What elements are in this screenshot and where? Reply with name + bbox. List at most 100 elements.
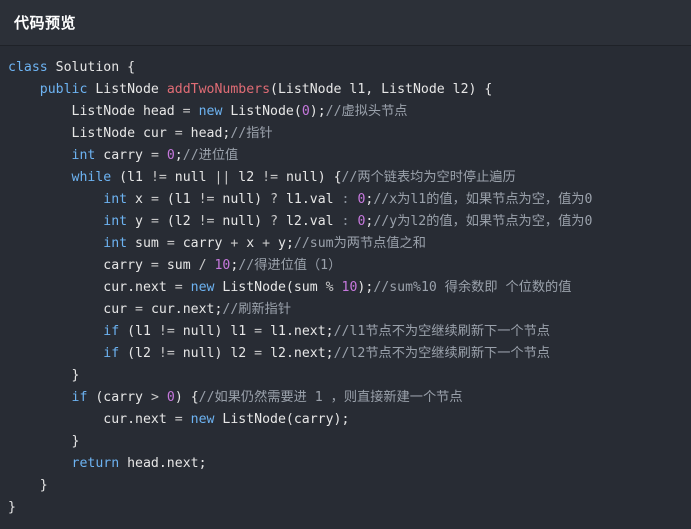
- code-line: return head.next;: [8, 453, 687, 475]
- code-token: if: [103, 346, 120, 361]
- code-token: public: [39, 82, 88, 97]
- code-token: +: [262, 236, 271, 251]
- code-token: =: [150, 148, 159, 163]
- code-token: =: [174, 280, 183, 295]
- code-token: head.next;: [119, 456, 207, 471]
- code-token: //进位值: [182, 148, 239, 163]
- code-block[interactable]: class Solution { public ListNode addTwoN…: [8, 57, 687, 519]
- code-preview-header: 代码预览: [0, 0, 691, 46]
- code-token: //sum为两节点值之和: [293, 236, 426, 251]
- code-token: int: [103, 192, 128, 207]
- code-token: ListNode(: [222, 104, 302, 119]
- code-token: if: [103, 324, 120, 339]
- code-token: ListNode head: [8, 104, 183, 119]
- code-token: int: [71, 148, 96, 163]
- code-token: 0: [301, 104, 310, 119]
- code-token: ;: [174, 148, 183, 163]
- code-token: !=: [150, 170, 167, 185]
- code-token: while: [71, 170, 112, 185]
- code-token: 0: [166, 390, 175, 405]
- code-token: int: [103, 236, 128, 251]
- code-token: //如果仍然需要进 1 ，则直接新建一个节点: [198, 390, 463, 405]
- code-line: cur.next = new ListNode(carry);: [8, 409, 687, 431]
- code-token: (l1: [158, 192, 199, 207]
- code-token: null: [166, 170, 215, 185]
- code-token: carry: [174, 236, 231, 251]
- code-token: cur.next: [8, 280, 175, 295]
- code-line: ListNode head = new ListNode(0);//虚拟头节点: [8, 101, 687, 123]
- code-token: }: [8, 500, 16, 515]
- code-token: //指针: [230, 126, 273, 141]
- code-token: =: [166, 236, 175, 251]
- code-token: =: [150, 258, 159, 273]
- code-line: public ListNode addTwoNumbers(ListNode l…: [8, 79, 687, 101]
- code-token: =: [174, 126, 183, 141]
- code-token: //l2节点不为空继续刷新下一个节点: [333, 346, 550, 361]
- code-token: >: [150, 390, 159, 405]
- code-token: =: [254, 324, 263, 339]
- code-token: =: [254, 346, 263, 361]
- code-line: }: [8, 365, 687, 387]
- code-token: null) {: [278, 170, 342, 185]
- code-token: //l1节点不为空继续刷新下一个节点: [333, 324, 550, 339]
- code-token: !=: [198, 192, 215, 207]
- code-token: addTwoNumbers: [166, 82, 271, 97]
- code-line: class Solution {: [8, 57, 687, 79]
- code-token: null): [214, 192, 271, 207]
- code-token: =: [182, 104, 191, 119]
- code-token: new: [190, 280, 215, 295]
- code-token: x: [238, 236, 263, 251]
- code-token: cur.next;: [143, 302, 223, 317]
- code-token: }: [8, 478, 48, 493]
- code-token: !=: [262, 170, 279, 185]
- code-token: );: [309, 104, 326, 119]
- code-line: int x = (l1 != null) ? l1.val : 0;//x为l1…: [8, 189, 687, 211]
- code-token: 10: [341, 280, 358, 295]
- code-token: l1.val: [278, 192, 342, 207]
- code-token: %: [325, 280, 334, 295]
- code-token: ListNode(sum: [214, 280, 326, 295]
- code-token: !=: [198, 214, 215, 229]
- code-token: carry: [95, 148, 151, 163]
- code-line: if (l1 != null) l1 = l1.next;//l1节点不为空继续…: [8, 321, 687, 343]
- code-line: }: [8, 431, 687, 453]
- code-token: :: [341, 214, 350, 229]
- code-token: ListNode(carry);: [214, 412, 350, 427]
- code-token: );: [357, 280, 374, 295]
- code-token: //x为l1的值，如果节点为空，值为0: [373, 192, 593, 207]
- code-token: /: [198, 258, 207, 273]
- code-line: int carry = 0;//进位值: [8, 145, 687, 167]
- code-line: cur = cur.next;//刷新指针: [8, 299, 687, 321]
- code-token: sum: [127, 236, 167, 251]
- code-token: y: [127, 214, 151, 229]
- code-token: (l1: [119, 324, 159, 339]
- code-preview-title: 代码预览: [14, 14, 77, 32]
- code-line: cur.next = new ListNode(sum % 10);//sum%…: [8, 277, 687, 299]
- code-token: (ListNode l1, ListNode l2) {: [270, 82, 493, 97]
- code-token: cur.next: [8, 412, 175, 427]
- code-token: !=: [158, 346, 175, 361]
- code-token: class: [8, 60, 48, 75]
- code-line: ListNode cur = head;//指针: [8, 123, 687, 145]
- code-token: //y为l2的值，如果节点为空，值为0: [373, 214, 593, 229]
- code-token: =: [135, 302, 143, 317]
- code-token: }: [8, 434, 80, 449]
- code-token: 0: [166, 148, 175, 163]
- code-line: }: [8, 497, 687, 519]
- code-token: //刷新指针: [222, 302, 292, 317]
- code-token: =: [174, 412, 183, 427]
- code-token: ?: [270, 192, 279, 207]
- code-token: //sum%10 得余数即 个位数的值: [373, 280, 572, 295]
- code-line: int sum = carry + x + y;//sum为两节点值之和: [8, 233, 687, 255]
- code-line: carry = sum / 10;//得进位值（1）: [8, 255, 687, 277]
- code-token: l2: [230, 170, 263, 185]
- code-token: (l2: [158, 214, 199, 229]
- code-token: new: [198, 104, 223, 119]
- code-token: if: [71, 390, 88, 405]
